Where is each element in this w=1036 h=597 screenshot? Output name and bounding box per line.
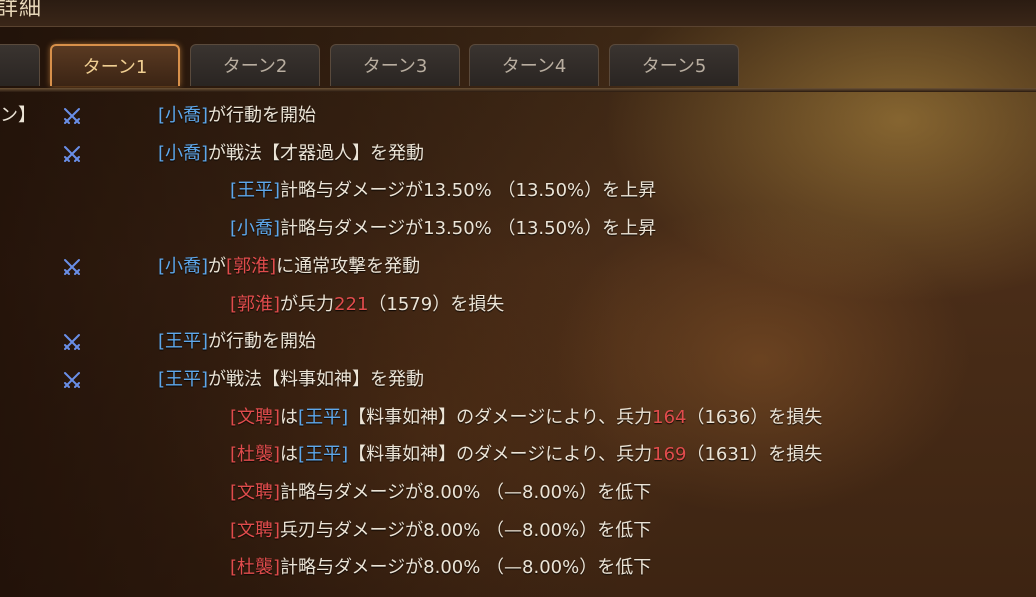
tab-turn-1[interactable]: ターン1 [50, 44, 180, 86]
log-line: [文聘]計略与ダメージが8.00% （—8.00%）を低下 [230, 478, 651, 508]
log-text: が戦法【料事如神】を発動 [208, 368, 425, 390]
log-text: 計略与ダメージが13.50% （13.50%）を上昇 [280, 180, 657, 202]
log-header-partial: ン】 [0, 105, 36, 126]
log-line: [王平]が行動を開始 [158, 327, 316, 357]
enemy-value: [郭淮] [226, 255, 277, 277]
enemy-value: [文聘] [230, 406, 281, 428]
tab-turn-2[interactable]: ターン2 [190, 44, 320, 86]
ally-name: [小喬] [158, 142, 209, 164]
enemy-value: [文聘] [230, 519, 281, 541]
log-text: は [280, 406, 299, 428]
ally-name: [王平] [230, 180, 281, 202]
ally-name: [小喬] [230, 218, 281, 240]
log-text: が [208, 255, 227, 277]
tab-turn-4[interactable]: ターン4 [469, 44, 599, 86]
tab-turn-3[interactable]: ターン3 [330, 44, 460, 86]
log-text: が兵力 [280, 293, 335, 315]
log-line: [杜襲]は[王平]【料事如神】のダメージにより、兵力169（1631）を損失 [230, 440, 822, 470]
crossed-swords-icon [62, 144, 82, 164]
enemy-value: 164 [652, 406, 687, 428]
log-text: 計略与ダメージが8.00% （—8.00%）を低下 [280, 557, 652, 579]
enemy-value: [杜襲] [230, 557, 281, 579]
log-line: [小喬]計略与ダメージが13.50% （13.50%）を上昇 [230, 214, 656, 244]
log-line: [文聘]は[王平]【料事如神】のダメージにより、兵力164（1636）を損失 [230, 403, 822, 433]
log-line: [王平]計略与ダメージが13.50% （13.50%）を上昇 [230, 176, 656, 206]
crossed-swords-icon [62, 332, 82, 352]
log-text: は [280, 444, 299, 466]
ally-name: [王平] [298, 444, 349, 466]
log-line: [小喬]が[郭淮]に通常攻撃を発動 [158, 252, 420, 282]
ally-name: [小喬] [158, 255, 209, 277]
crossed-swords-icon [62, 370, 82, 390]
ally-name: [王平] [298, 406, 349, 428]
log-text: 計略与ダメージが8.00% （—8.00%）を低下 [280, 482, 652, 503]
title-bar: 詳細 [0, 0, 1036, 27]
log-text: に通常攻撃を発動 [276, 255, 421, 277]
ally-name: [王平] [158, 368, 209, 390]
enemy-value: 169 [652, 444, 687, 466]
window-title: 詳細 [0, 0, 43, 21]
log-line: [小喬]が行動を開始 [158, 101, 316, 131]
log-text: （1579）を損失 [368, 293, 505, 315]
crossed-swords-icon [62, 257, 82, 277]
log-line: [郭淮]が兵力221（1579）を損失 [230, 290, 504, 320]
log-text: 兵刃与ダメージが8.00% （—8.00%）を低下 [280, 519, 652, 541]
tab-divider [0, 88, 1036, 92]
log-line: [杜襲]計略与ダメージが8.00% （—8.00%）を低下 [230, 553, 651, 583]
log-line: [王平]が戦法【料事如神】を発動 [158, 365, 424, 395]
turn-tabs: ターン1 ターン2 ターン3 ターン4 ターン5 [0, 44, 1036, 90]
battle-log[interactable]: ン】 [小喬]が行動を開始 [小喬]が戦法【才器過人】を発動 [王平]計略与ダメージ… [0, 96, 1036, 597]
tab-previous-partial[interactable] [0, 44, 40, 86]
log-text: が行動を開始 [208, 331, 317, 353]
log-text: 【料事如神】のダメージにより、兵力 [348, 444, 653, 466]
log-text: （1631）を損失 [686, 444, 823, 466]
tab-turn-5[interactable]: ターン5 [609, 44, 739, 86]
log-text: （1636）を損失 [686, 406, 823, 428]
log-text: 計略与ダメージが13.50% （13.50%）を上昇 [280, 218, 657, 240]
log-text: が行動を開始 [208, 105, 317, 126]
log-line: [小喬]が戦法【才器過人】を発動 [158, 139, 424, 169]
ally-name: [小喬] [158, 105, 209, 126]
enemy-value: 221 [334, 293, 369, 315]
log-line: [文聘]兵刃与ダメージが8.00% （—8.00%）を低下 [230, 516, 651, 546]
enemy-value: [郭淮] [230, 293, 281, 315]
crossed-swords-icon [62, 106, 82, 126]
ally-name: [王平] [158, 331, 209, 353]
enemy-value: [文聘] [230, 482, 281, 503]
log-text: 【料事如神】のダメージにより、兵力 [348, 406, 653, 428]
log-text: が戦法【才器過人】を発動 [208, 142, 425, 164]
enemy-value: [杜襲] [230, 444, 281, 466]
